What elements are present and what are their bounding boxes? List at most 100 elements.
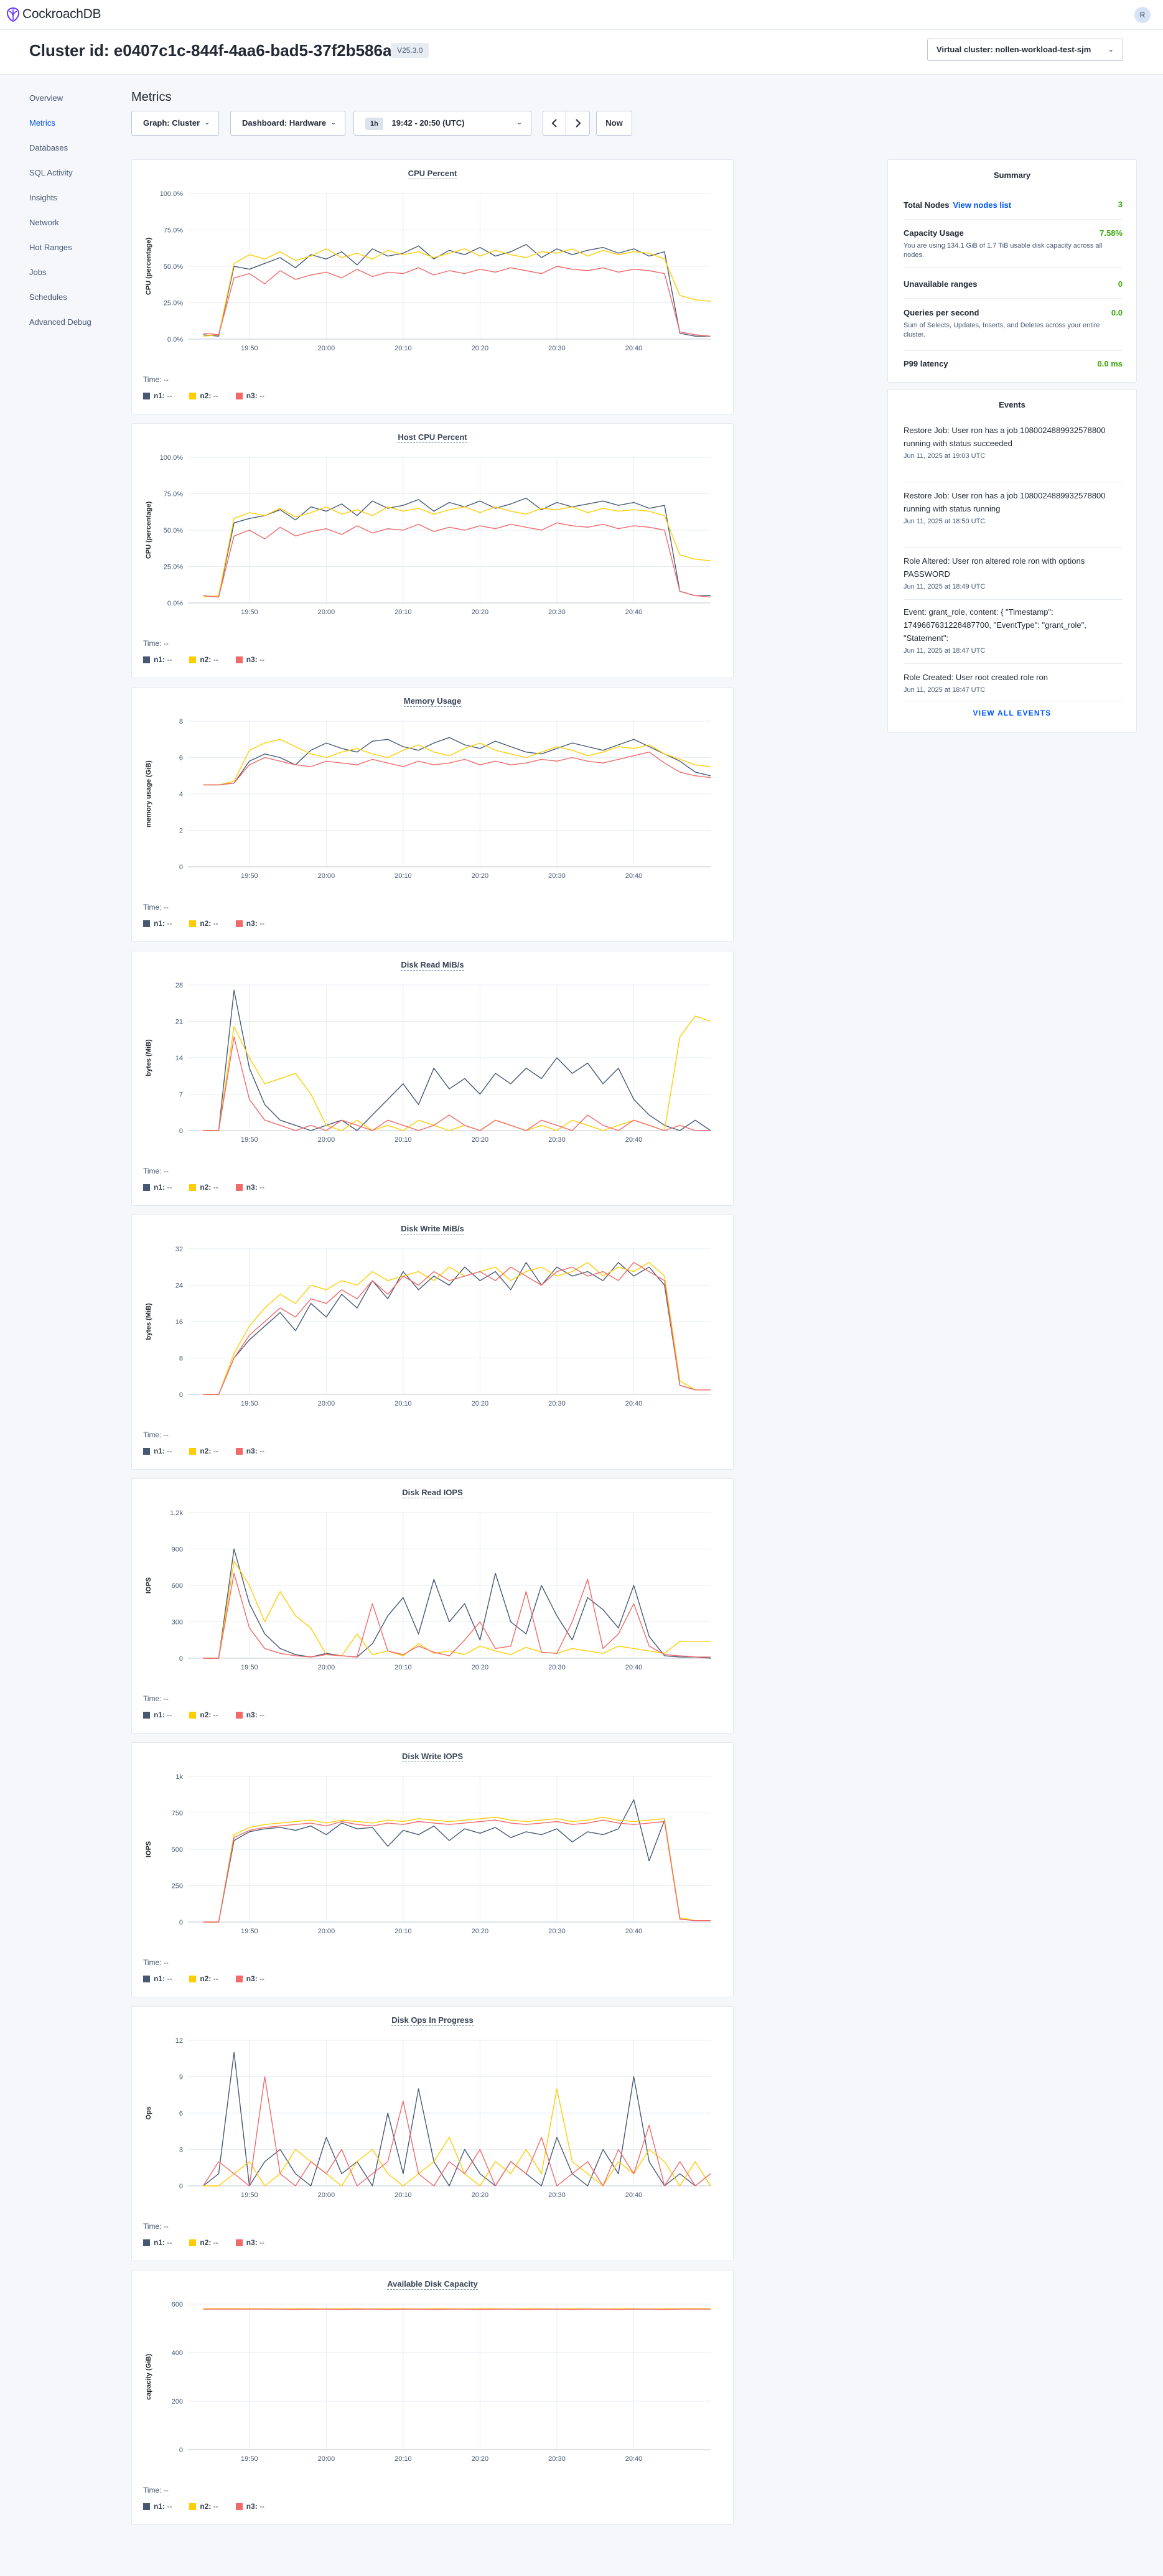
cockroach-logo-icon [6, 7, 20, 22]
y-tick-label: 50.0% [164, 527, 183, 534]
chart-title[interactable]: Disk Read IOPS [402, 1488, 463, 1498]
sidebar-item-schedules[interactable]: Schedules [29, 291, 123, 316]
legend-swatch [235, 392, 243, 399]
legend-item-n3[interactable]: n3: -- [235, 1710, 264, 1719]
previous-time-button[interactable] [543, 111, 567, 135]
legend-item-n3[interactable]: n3: -- [235, 1447, 264, 1455]
legend-item-n2[interactable]: n2: -- [189, 655, 218, 664]
chart-title[interactable]: Memory Usage [403, 696, 462, 707]
legend-item-n3[interactable]: n3: -- [235, 2502, 264, 2511]
cpu-percent-chart[interactable]: 0.0% 25.0% 50.0% 75.0% 100.0% 19:50 20:00 20:10… [132, 185, 733, 365]
time-range-select[interactable]: 1h 19:42 - 20:50 (UTC) ⌄ [353, 111, 531, 136]
sidebar-item-insights[interactable]: Insights [29, 192, 123, 217]
legend-item-n3[interactable]: n3: -- [235, 655, 264, 664]
chart-title[interactable]: Disk Read MiB/s [401, 960, 464, 971]
y-axis-label: CPU (percentage) [145, 502, 152, 559]
legend-value: -- [167, 655, 172, 664]
chart-title[interactable]: Disk Ops In Progress [391, 2015, 474, 2026]
event-item[interactable]: Restore Job: User ron has a job 10800248… [904, 489, 1123, 525]
sidebar-item-network[interactable]: Network [29, 217, 123, 241]
sidebar-item-databases[interactable]: Databases [29, 142, 123, 167]
legend-item-n2[interactable]: n2: -- [189, 1447, 218, 1455]
virtual-cluster-select[interactable]: Virtual cluster: nollen-workload-test-sj… [927, 39, 1123, 61]
now-button[interactable]: Now [596, 111, 632, 136]
time-value: -- [163, 2486, 169, 2494]
y-tick-label: 0 [179, 2183, 183, 2190]
sidebar-item-metrics[interactable]: Metrics [29, 117, 123, 142]
legend-item-n1[interactable]: n1: -- [143, 655, 172, 664]
chart-card-disk-read-iops: Disk Read IOPS 0 300 600 900 1.2k 19:50 20:00 2… [131, 1478, 734, 1734]
legend-item-n1[interactable]: n1: -- [143, 919, 172, 928]
logo[interactable]: CockroachDB [6, 6, 101, 22]
disk-ops-in-progress-chart[interactable]: 0 3 6 9 12 19:50 20:00 20:10 20:20 20:30 20:40 Ops [132, 2032, 733, 2212]
sidebar-item-overview[interactable]: Overview [29, 92, 123, 117]
legend-item-n1[interactable]: n1: -- [143, 1974, 172, 1983]
disk-read-mib-chart[interactable]: 0 7 14 21 28 19:50 20:00 20:10 20:20 20:30 20:40 by… [132, 976, 733, 1157]
p99-latency-value: 0.0 ms [1097, 359, 1123, 368]
avatar[interactable]: R [1134, 7, 1151, 23]
available-disk-capacity-chart[interactable]: 0 200 400 600 19:50 20:00 20:10 20:20 20:30 20:40… [132, 2295, 733, 2476]
legend-item-n3[interactable]: n3: -- [235, 2238, 264, 2247]
chart-title[interactable]: Disk Write IOPS [401, 1752, 463, 1762]
event-text: Role Altered: User ron altered role ron … [904, 556, 1085, 579]
chart-title[interactable]: Disk Write MiB/s [401, 1224, 464, 1234]
legend-item-n1[interactable]: n1: -- [143, 1183, 172, 1192]
event-item[interactable]: Role Altered: User ron altered role ron … [904, 554, 1123, 590]
y-tick-label: 100.0% [160, 454, 184, 462]
legend-item-n2[interactable]: n2: -- [189, 1974, 218, 1983]
event-item[interactable]: Role Created: User root created role ron… [904, 671, 1123, 694]
legend-item-n2[interactable]: n2: -- [189, 391, 218, 400]
host-cpu-percent-chart[interactable]: 0.0% 25.0% 50.0% 75.0% 100.0% 19:50 20:00 20:10… [132, 449, 733, 629]
series-line-n2 [203, 248, 711, 337]
chart-title[interactable]: Available Disk Capacity [387, 2279, 478, 2290]
view-all-events-link[interactable]: VIEW ALL EVENTS [888, 709, 1136, 717]
sidebar-item-advanced-debug[interactable]: Advanced Debug [29, 316, 123, 341]
legend-item-n3[interactable]: n3: -- [235, 391, 264, 400]
legend-name: n3: [246, 1710, 258, 1719]
chart-title[interactable]: CPU Percent [408, 169, 457, 179]
legend-item-n1[interactable]: n1: -- [143, 1710, 172, 1719]
x-tick-label: 20:10 [395, 2455, 412, 2463]
event-item[interactable]: Event: grant_role, content: { "Timestamp… [904, 605, 1123, 655]
divider [904, 298, 1123, 299]
legend-item-n3[interactable]: n3: -- [235, 919, 264, 928]
legend-item-n1[interactable]: n1: -- [143, 1447, 172, 1455]
graph-select[interactable]: Graph: Cluster ⌄ [131, 111, 219, 136]
legend-name: n2: [200, 1447, 212, 1455]
disk-read-iops-chart[interactable]: 0 300 600 900 1.2k 19:50 20:00 20:10 20:20 20:30 2… [132, 1504, 733, 1684]
next-time-button[interactable] [566, 111, 589, 135]
y-tick-label: 7 [179, 1091, 183, 1099]
legend-item-n2[interactable]: n2: -- [189, 2238, 218, 2247]
legend-item-n2[interactable]: n2: -- [189, 2502, 218, 2511]
legend-item-n1[interactable]: n1: -- [143, 391, 172, 400]
legend-item-n2[interactable]: n2: -- [189, 1710, 218, 1719]
x-tick-label: 20:00 [318, 1664, 335, 1671]
legend-item-n2[interactable]: n2: -- [189, 919, 218, 928]
x-tick-label: 20:30 [548, 2191, 566, 2199]
legend-name: n3: [246, 1974, 258, 1983]
time-label: Time: [143, 375, 162, 384]
view-nodes-link[interactable]: View nodes list [953, 200, 1011, 210]
dashboard-select[interactable]: Dashboard: Hardware ⌄ [230, 111, 345, 136]
legend-item-n1[interactable]: n1: -- [143, 2238, 172, 2247]
legend-item-n2[interactable]: n2: -- [189, 1183, 218, 1192]
x-tick-label: 20:20 [472, 872, 489, 880]
sidebar-item-sql-activity[interactable]: SQL Activity [29, 167, 123, 192]
chart-time: Time: -- [143, 1958, 169, 1967]
memory-usage-chart[interactable]: 0 2 4 6 8 19:50 20:00 20:10 20:20 20:30 20:40 memor… [132, 712, 733, 893]
chart-card-host-cpu-percent: Host CPU Percent 0.0% 25.0% 50.0% 75.0% 100.… [131, 423, 734, 678]
legend-item-n3[interactable]: n3: -- [235, 1183, 264, 1192]
series-line-n1 [203, 497, 711, 598]
sidebar-item-hot-ranges[interactable]: Hot Ranges [29, 241, 123, 266]
legend-item-n3[interactable]: n3: -- [235, 1974, 264, 1983]
series-line-n3 [203, 1572, 711, 1659]
disk-write-iops-chart[interactable]: 0 250 500 750 1k 19:50 20:00 20:10 20:20 20:30 20:… [132, 1768, 733, 1948]
x-tick-label: 20:00 [318, 609, 335, 616]
sidebar-item-jobs[interactable]: Jobs [29, 266, 123, 291]
legend-name: n2: [200, 919, 212, 928]
chart-title[interactable]: Host CPU Percent [398, 432, 467, 443]
event-item[interactable]: Restore Job: User ron has a job 10800248… [904, 424, 1123, 460]
chart-card-disk-write-mib: Disk Write MiB/s 0 8 16 24 32 19:50 20:00 20:10… [131, 1215, 734, 1470]
disk-write-mib-chart[interactable]: 0 8 16 24 32 19:50 20:00 20:10 20:20 20:30 20:40 by… [132, 1240, 733, 1421]
legend-item-n1[interactable]: n1: -- [143, 2502, 172, 2511]
